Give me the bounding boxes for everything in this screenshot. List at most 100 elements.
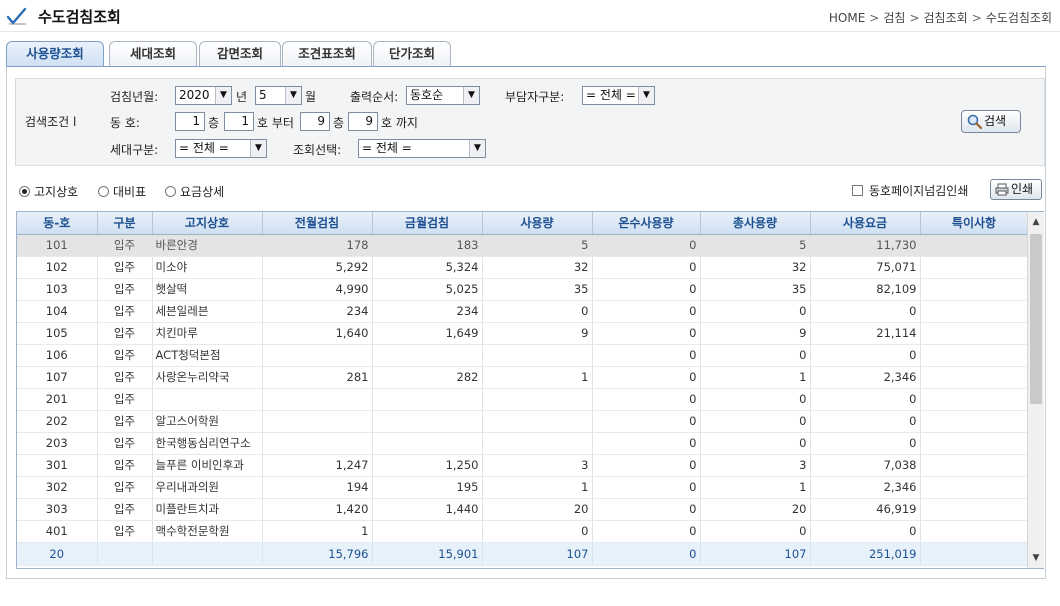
table-cell: ACT청덕본점	[152, 344, 263, 367]
column-header[interactable]: 특이사항	[920, 212, 1029, 235]
tab-lookup-table[interactable]: 조견표조회	[282, 41, 372, 67]
vertical-scrollbar[interactable]: ▲ ▼	[1027, 211, 1044, 569]
scroll-down-icon[interactable]: ▼	[1028, 550, 1044, 566]
to-ho-input[interactable]: 9	[348, 112, 378, 131]
search-icon	[967, 114, 982, 129]
month-value: 5	[259, 88, 267, 102]
table-cell: 0	[592, 366, 701, 389]
tab-unit-price[interactable]: 단가조회	[373, 41, 451, 67]
payer-label: 부담자구분:	[505, 90, 565, 104]
household-select[interactable]: = 전체 = ▼	[175, 139, 267, 158]
table-cell: 0	[592, 410, 701, 433]
table-cell: 101	[17, 234, 98, 257]
year-select[interactable]: 2020 ▼	[175, 86, 232, 105]
column-header[interactable]: 고지상호	[152, 212, 263, 235]
household-value: = 전체 =	[179, 141, 229, 155]
radio-label: 대비표	[113, 185, 147, 199]
from-floor-input[interactable]: 1	[175, 112, 205, 131]
table-cell: 0	[700, 410, 811, 433]
table-cell: 303	[17, 498, 98, 521]
scroll-thumb[interactable]	[1030, 234, 1042, 404]
summary-cell: 251,019	[810, 541, 921, 566]
tab-reduction[interactable]: 감면조회	[199, 41, 281, 67]
table-cell: 입주	[97, 388, 153, 411]
table-cell	[152, 388, 263, 411]
table-row[interactable]: 201 입주 0 0 0	[17, 388, 1029, 411]
month-unit-label: 월	[305, 90, 317, 104]
view-select[interactable]: = 전체 = ▼	[358, 139, 486, 158]
column-header[interactable]: 사용요금	[810, 212, 921, 235]
print-button-label: 인쇄	[1011, 182, 1034, 196]
to-floor-input[interactable]: 9	[300, 112, 330, 131]
table-cell	[262, 410, 373, 433]
table-row[interactable]: 401 입주 맥수학전문학원 1 0 0 0 0	[17, 520, 1029, 543]
table-row[interactable]: 203 입주 한국행동심리연구소 0 0 0	[17, 432, 1029, 455]
table-row[interactable]: 202 입주 알고스어학원 0 0 0	[17, 410, 1029, 433]
table-cell: 1,649	[372, 322, 483, 345]
month-select[interactable]: 5 ▼	[255, 86, 302, 105]
table-row[interactable]: 302 입주 우리내과의원 194 195 1 0 1 2,346	[17, 476, 1029, 499]
table-row[interactable]: 101 입주 바른안경 178 183 5 0 5 11,730	[17, 234, 1029, 257]
column-header[interactable]: 총사용량	[700, 212, 811, 235]
table-row[interactable]: 103 입주 햇살떡 4,990 5,025 35 0 35 82,109	[17, 278, 1029, 301]
column-header[interactable]: 온수사용량	[592, 212, 701, 235]
table-cell: 사랑온누리약국	[152, 366, 263, 389]
tab-household[interactable]: 세대조회	[109, 41, 197, 67]
table-cell: 0	[482, 300, 593, 323]
table-cell: 1,640	[262, 322, 373, 345]
table-cell	[372, 388, 483, 411]
usage-table: 동-호 구분 고지상호 전월검침 금월검침 사용량 온수사용량 총사용량 사용요…	[16, 211, 1044, 569]
table-row[interactable]: 102 입주 미소야 5,292 5,324 32 0 32 75,071	[17, 256, 1029, 279]
order-select[interactable]: 동호순 ▼	[406, 86, 480, 105]
column-header[interactable]: 사용량	[482, 212, 593, 235]
payer-value: = 전체 =	[586, 88, 636, 102]
table-cell: 입주	[97, 454, 153, 477]
column-header[interactable]: 구분	[97, 212, 153, 235]
table-cell: 107	[17, 366, 98, 389]
table-cell	[920, 520, 1029, 543]
summary-cell	[97, 541, 153, 566]
scroll-up-icon[interactable]: ▲	[1028, 214, 1044, 230]
pencil-check-icon	[6, 7, 27, 25]
table-cell: 282	[372, 366, 483, 389]
radio-unchecked-icon	[98, 186, 109, 197]
breadcrumb-item[interactable]: 검침	[883, 9, 905, 26]
breadcrumb-separator: >	[869, 11, 880, 25]
breadcrumb-home[interactable]: HOME	[829, 11, 865, 25]
table-cell: 4,990	[262, 278, 373, 301]
ho-to-label: 호 까지	[381, 116, 418, 130]
column-header[interactable]: 전월검침	[262, 212, 373, 235]
table-cell: 2,346	[810, 366, 921, 389]
table-row[interactable]: 303 입주 미플란트치과 1,420 1,440 20 0 20 46,919	[17, 498, 1029, 521]
table-cell: 1	[700, 476, 811, 499]
table-cell	[482, 388, 593, 411]
tab-usage[interactable]: 사용량조회	[6, 41, 104, 67]
payer-select[interactable]: = 전체 = ▼	[582, 86, 655, 105]
table-cell	[920, 322, 1029, 345]
summary-cell: 107	[700, 541, 811, 566]
table-cell: 35	[700, 278, 811, 301]
table-cell: 0	[482, 520, 593, 543]
radio-notice-name[interactable]: 고지상호	[19, 183, 78, 200]
table-row[interactable]: 105 입주 치킨마루 1,640 1,649 9 0 9 21,114	[17, 322, 1029, 345]
table-cell: 입주	[97, 410, 153, 433]
column-header[interactable]: 동-호	[17, 212, 98, 235]
column-header[interactable]: 금월검침	[372, 212, 483, 235]
table-row[interactable]: 107 입주 사랑온누리약국 281 282 1 0 1 2,346	[17, 366, 1029, 389]
table-row[interactable]: 104 입주 세븐일레븐 234 234 0 0 0 0	[17, 300, 1029, 323]
table-cell: 0	[592, 454, 701, 477]
print-button[interactable]: 인쇄	[990, 179, 1042, 200]
table-row[interactable]: 301 입주 늘푸른 이비인후과 1,247 1,250 3 0 3 7,038	[17, 454, 1029, 477]
page-break-checkbox[interactable]: 동호페이지넘김인쇄	[852, 182, 968, 199]
table-cell: 202	[17, 410, 98, 433]
table-cell	[372, 344, 483, 367]
breadcrumb-item[interactable]: 검침조회	[924, 9, 968, 26]
search-button[interactable]: 검색	[961, 110, 1021, 133]
table-cell: 3	[482, 454, 593, 477]
radio-comparison[interactable]: 대비표	[98, 183, 146, 200]
radio-label: 요금상세	[180, 185, 225, 199]
summary-cell: 107	[482, 541, 593, 566]
table-row[interactable]: 106 입주 ACT청덕본점 0 0 0	[17, 344, 1029, 367]
from-ho-input[interactable]: 1	[224, 112, 254, 131]
radio-fee-detail[interactable]: 요금상세	[165, 183, 224, 200]
